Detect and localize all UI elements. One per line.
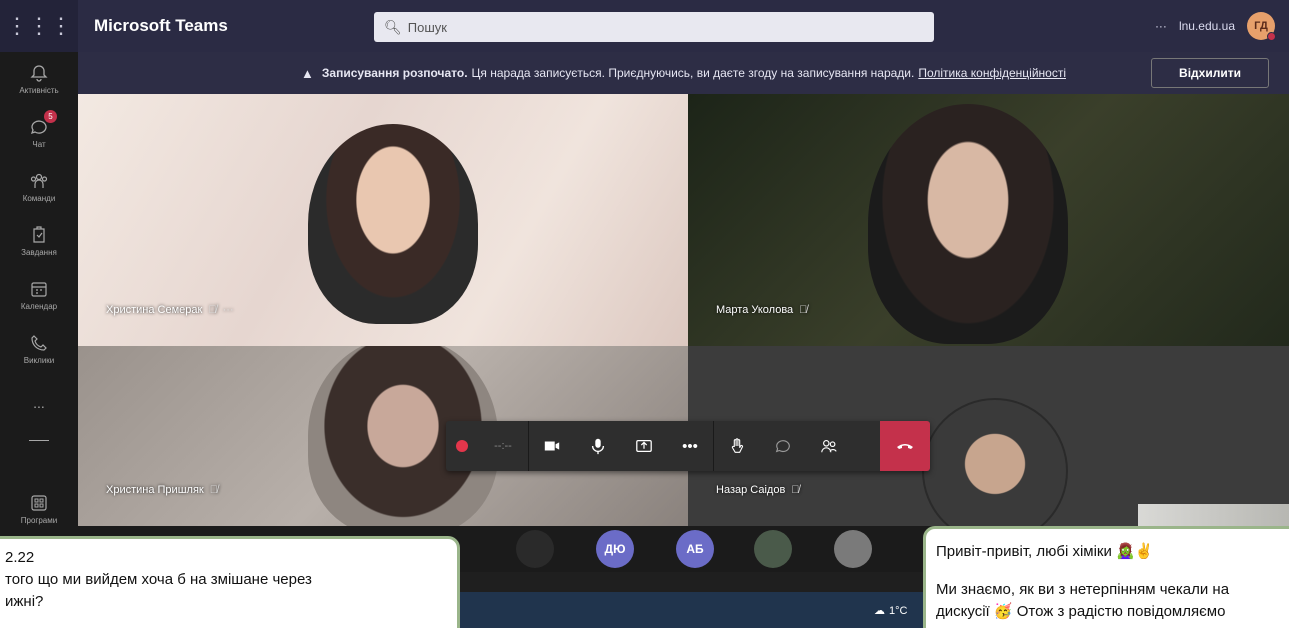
rail-item-label: Команди bbox=[22, 194, 56, 203]
microphone-button[interactable] bbox=[575, 421, 621, 471]
warning-icon: ▲ bbox=[301, 65, 314, 81]
search-icon: 🔍︎ bbox=[384, 18, 402, 35]
hang-up-icon bbox=[897, 444, 913, 449]
call-timer: --:-- bbox=[494, 440, 512, 452]
top-bar: ⋮⋮⋮ Microsoft Teams 🔍︎ Пошук ··· lnu.edu… bbox=[0, 0, 1289, 52]
message-line: 2.22 bbox=[5, 549, 35, 566]
rail-divider bbox=[0, 430, 78, 450]
share-button[interactable] bbox=[621, 421, 667, 471]
more-icon: ··· bbox=[222, 304, 234, 316]
rail-item-label: Виклики bbox=[23, 356, 55, 365]
participants-button[interactable] bbox=[806, 421, 852, 471]
weather-cloud-icon: ☁ bbox=[874, 605, 885, 617]
recording-banner: ▲ Записування розпочато. Ця нарада запис… bbox=[78, 52, 1289, 94]
participant-name-tag: Христина Пришляк 🎙̸ bbox=[106, 484, 218, 496]
call-controls-bar: --:-- ••• bbox=[446, 421, 930, 471]
participant-name-tag: Марта Уколова 🎙̸ bbox=[716, 304, 807, 316]
message-line: ижні? bbox=[5, 593, 44, 610]
participant-chip[interactable] bbox=[516, 530, 554, 568]
search-placeholder: Пошук bbox=[407, 19, 447, 35]
video-tile[interactable]: Христина Семерак 🎙̸ ··· bbox=[78, 94, 688, 346]
hand-icon bbox=[731, 438, 743, 453]
video-tile[interactable]: Марта Уколова 🎙̸ bbox=[688, 94, 1289, 346]
rail-item-chat[interactable]: 5 Чат bbox=[0, 106, 78, 160]
more-icon: ... bbox=[33, 395, 45, 411]
participant-video bbox=[868, 104, 1068, 344]
user-avatar[interactable]: ГД bbox=[1247, 12, 1276, 41]
participant-name: Христина Пришляк bbox=[106, 484, 204, 496]
rail-item-label: Календар bbox=[20, 302, 58, 311]
weather-temp: 1°C bbox=[889, 604, 908, 617]
participant-name: Христина Семерак bbox=[106, 304, 203, 316]
banner-text: Ця нарада записується. Приєднуючись, ви … bbox=[471, 66, 915, 80]
chat-badge: 5 bbox=[44, 110, 57, 123]
rail-item-calendar[interactable]: Календар bbox=[0, 268, 78, 322]
decline-button[interactable]: Відхилити bbox=[1151, 58, 1269, 88]
more-options-button[interactable]: ··· bbox=[1155, 19, 1167, 33]
rail-item-label: Чат bbox=[32, 140, 46, 149]
participant-chip[interactable]: АБ bbox=[676, 530, 714, 568]
participant-chip[interactable]: ДЮ bbox=[596, 530, 634, 568]
mic-off-icon: 🎙̸ bbox=[208, 304, 217, 316]
participant-name: Назар Саідов bbox=[716, 484, 786, 496]
participant-name-tag: Христина Семерак 🎙̸ ··· bbox=[106, 304, 234, 316]
participant-name-tag: Назар Саідов 🎙̸ bbox=[716, 484, 800, 496]
mic-off-icon: 🎙̸ bbox=[799, 304, 808, 316]
chat-button[interactable] bbox=[760, 421, 806, 471]
rail-item-more[interactable]: ... bbox=[0, 376, 78, 430]
rail-item-label: Завдання bbox=[21, 248, 57, 257]
message-line: Привіт-привіт, любі хіміки 🧟‍♀️✌ bbox=[936, 543, 1154, 560]
app-title: Microsoft Teams bbox=[94, 16, 228, 35]
mic-off-icon: 🎙̸ bbox=[209, 484, 218, 496]
banner-title: Записування розпочато. bbox=[321, 66, 468, 80]
rail-item-teams[interactable]: Команди bbox=[0, 160, 78, 214]
avatar-initials: ГД bbox=[1254, 20, 1268, 32]
participant-video bbox=[308, 124, 478, 324]
rail-item-activity[interactable]: Активність bbox=[0, 52, 78, 106]
more-actions-button[interactable]: ••• bbox=[667, 421, 713, 471]
message-line: дискусії 🥳 Отож з радістю повідомляємо bbox=[936, 603, 1226, 620]
weather-widget[interactable]: ☁ 1°C bbox=[874, 604, 908, 618]
assignments-icon bbox=[33, 226, 45, 243]
participant-name: Марта Уколова bbox=[716, 304, 794, 316]
record-icon bbox=[456, 440, 468, 452]
apps-icon bbox=[31, 495, 47, 511]
account-area: ··· lnu.edu.ua ГД bbox=[1155, 12, 1276, 41]
app-launcher-icon[interactable]: ⋮⋮⋮ bbox=[0, 0, 78, 52]
camera-icon bbox=[544, 441, 560, 451]
message-line: того що ми вийдем хоча б на змішане чере… bbox=[5, 571, 312, 588]
share-screen-icon bbox=[636, 439, 652, 453]
self-view-thumbnail bbox=[1138, 504, 1289, 528]
participant-chip[interactable] bbox=[754, 530, 792, 568]
recording-indicator bbox=[446, 421, 478, 471]
rail-item-label: Програми bbox=[20, 516, 58, 525]
camera-button[interactable] bbox=[529, 421, 575, 471]
people-icon bbox=[821, 440, 837, 453]
privacy-policy-link[interactable]: Політика конфіденційності bbox=[918, 66, 1066, 80]
more-icon: ••• bbox=[682, 437, 698, 455]
microphone-icon bbox=[591, 438, 605, 455]
calendar-icon bbox=[31, 282, 47, 297]
phone-icon bbox=[31, 335, 47, 351]
rail-item-assignments[interactable]: Завдання bbox=[0, 214, 78, 268]
chat-message-card: Привіт-привіт, любі хіміки 🧟‍♀️✌ Ми знає… bbox=[923, 526, 1289, 628]
bell-icon bbox=[30, 65, 48, 82]
chat-bubble-icon bbox=[775, 440, 790, 453]
presence-busy-icon bbox=[1267, 32, 1276, 41]
rail-item-apps[interactable]: Програми bbox=[0, 482, 78, 536]
teams-icon bbox=[30, 173, 48, 188]
rail-item-label: Активність bbox=[19, 86, 59, 95]
leave-call-button[interactable] bbox=[880, 421, 930, 471]
rail-item-calls[interactable]: Виклики bbox=[0, 322, 78, 376]
search-input[interactable]: 🔍︎ Пошук bbox=[374, 12, 934, 42]
participant-chip[interactable] bbox=[834, 530, 872, 568]
mic-off-icon: 🎙̸ bbox=[791, 484, 800, 496]
org-domain: lnu.edu.ua bbox=[1178, 19, 1235, 33]
chat-message-card: 2.22 того що ми вийдем хоча б на змішане… bbox=[0, 536, 460, 628]
raise-hand-button[interactable] bbox=[714, 421, 760, 471]
participant-avatar bbox=[922, 398, 1068, 544]
message-line: Ми знаємо, як ви з нетерпінням чекали на bbox=[936, 581, 1230, 598]
